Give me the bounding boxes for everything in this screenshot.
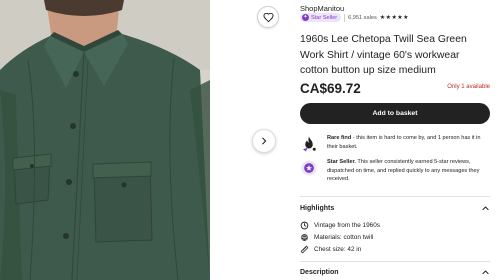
material-icon — [301, 234, 308, 241]
star-seller-badge[interactable]: ✦ Star Seller — [300, 13, 342, 22]
favorite-button[interactable] — [257, 6, 279, 28]
highlights-header[interactable]: Highlights — [300, 204, 490, 213]
clock-icon — [300, 221, 309, 230]
chevron-up-icon — [482, 270, 489, 275]
star-seller-icon: ✦ — [302, 14, 309, 21]
highlight-item: Vintage from the 1960s — [300, 221, 380, 230]
rare-find-description: - this item is hard to come by, and 1 pe… — [327, 135, 481, 150]
star-seller-text: Star Seller. This seller consistently ea… — [327, 158, 490, 184]
fire-icon — [303, 136, 316, 152]
next-image-button[interactable] — [252, 129, 276, 153]
star-seller-label: Star Seller — [311, 14, 338, 21]
divider — [344, 13, 346, 22]
description-heading: Description — [300, 269, 339, 276]
highlight-text: Materials: cotton twill — [314, 234, 374, 241]
highlight-text: Vintage from the 1960s — [314, 222, 380, 229]
rare-find-title: Rare find — [327, 135, 352, 141]
shirt-photo — [0, 0, 210, 280]
product-image[interactable] — [0, 0, 210, 280]
divider — [300, 261, 490, 262]
add-to-basket-button[interactable]: Add to basket — [300, 103, 490, 124]
highlight-item: Chest size: 42 in — [300, 245, 361, 254]
star-seller-badge-icon — [301, 160, 317, 176]
chevron-up-icon — [482, 206, 489, 211]
chevron-right-icon — [262, 137, 267, 145]
highlights-heading: Highlights — [300, 205, 335, 212]
divider — [300, 196, 490, 197]
stock-note: Only 1 available — [447, 84, 490, 90]
star-seller-notice: Star Seller. This seller consistently ea… — [300, 158, 490, 184]
ruler-icon — [300, 245, 309, 254]
star-seller-title: Star Seller. — [327, 159, 356, 165]
sales-count: 6,951 sales — [348, 14, 377, 21]
description-header[interactable]: Description — [300, 268, 490, 277]
highlight-item: Materials: cotton twill — [300, 233, 373, 242]
heart-icon — [262, 12, 274, 22]
rare-find-notice: Rare find - this item is hard to come by… — [300, 134, 490, 153]
shop-name-link[interactable]: ShopManitou — [300, 4, 344, 13]
seller-stats-row: ✦ Star Seller 6,951 sales ★★★★★ — [300, 13, 409, 22]
highlight-text: Chest size: 42 in — [314, 246, 362, 253]
listing-title: 1960s Lee Chetopa Twill Sea Green Work S… — [300, 34, 467, 76]
rating-stars-icon[interactable]: ★★★★★ — [380, 14, 409, 21]
rare-find-text: Rare find - this item is hard to come by… — [327, 134, 490, 153]
price: CA$69.72 — [300, 81, 361, 96]
